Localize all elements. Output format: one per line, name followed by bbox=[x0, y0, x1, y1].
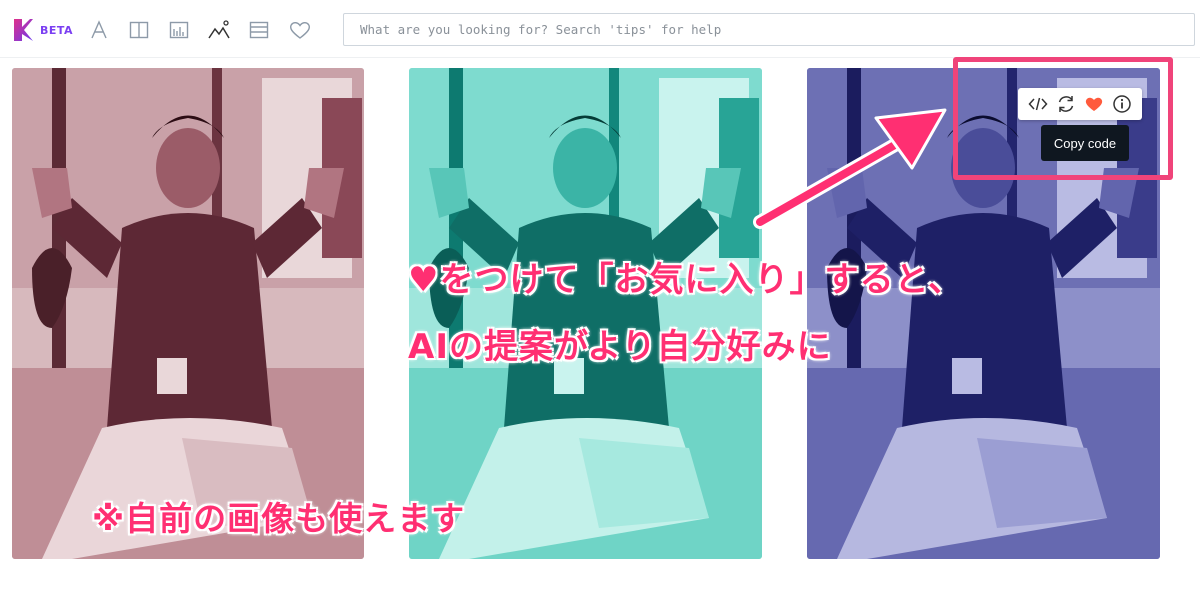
photo-teal bbox=[409, 68, 762, 559]
top-toolbar: BETA bbox=[0, 0, 1200, 58]
logo-icon[interactable] bbox=[12, 18, 34, 42]
image-icon[interactable] bbox=[206, 17, 232, 43]
image-panel-red[interactable] bbox=[12, 68, 364, 559]
chart-icon[interactable] bbox=[166, 17, 192, 43]
highlight-box bbox=[953, 57, 1173, 180]
annotation-own-image: ※自前の画像も使えます bbox=[92, 499, 466, 538]
image-panel-teal[interactable] bbox=[409, 68, 762, 559]
annotation-ai-suggest: AIの提案がより自分好みに bbox=[408, 327, 832, 367]
beta-label: BETA bbox=[40, 24, 74, 37]
columns-icon[interactable] bbox=[126, 17, 152, 43]
photo-red bbox=[12, 68, 364, 559]
font-icon[interactable] bbox=[86, 17, 112, 43]
annotation-favorite: ♥をつけて「お気に入り」すると、 bbox=[408, 260, 964, 300]
layout-icon[interactable] bbox=[246, 17, 272, 43]
heart-icon[interactable] bbox=[287, 17, 313, 43]
search-input[interactable] bbox=[343, 13, 1195, 46]
